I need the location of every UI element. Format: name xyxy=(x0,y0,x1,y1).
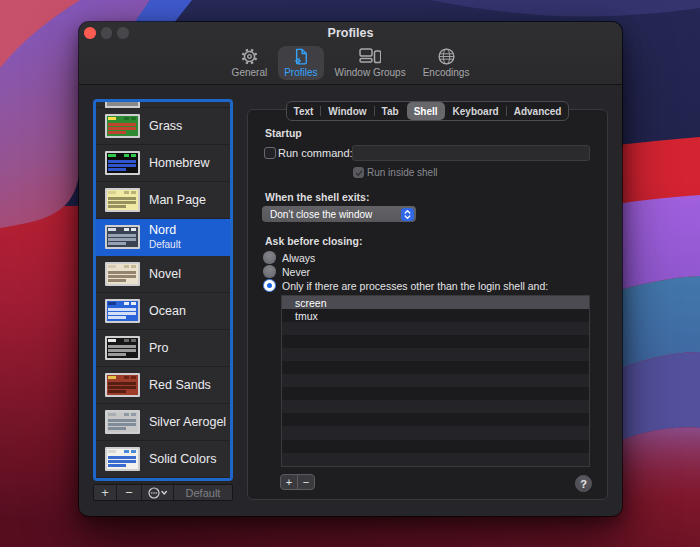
process-row-empty[interactable] xyxy=(282,335,589,348)
process-row-empty[interactable] xyxy=(282,413,589,426)
profile-row-red-sands[interactable]: Red Sands xyxy=(96,367,230,404)
process-row-empty[interactable] xyxy=(282,453,589,466)
run-command-checkbox[interactable] xyxy=(264,147,276,159)
toolbar-item-label: Window Groups xyxy=(335,67,406,78)
window-content: Grass Homebrew Man Page Nord Default Nove… xyxy=(79,86,622,516)
toolbar-item-window-groups[interactable]: Window Groups xyxy=(329,46,412,80)
profile-row-ocean[interactable]: Ocean xyxy=(96,293,230,330)
profile-action-menu-button[interactable] xyxy=(142,485,174,500)
toolbar: General Profiles Window Groups Encodings xyxy=(79,46,622,80)
startup-heading: Startup xyxy=(265,127,302,139)
toolbar-item-profiles[interactable]: Profiles xyxy=(278,46,323,80)
profile-thumbnail xyxy=(105,373,140,397)
toolbar-item-encodings[interactable]: Encodings xyxy=(417,46,476,80)
run-inside-shell-checkbox[interactable] xyxy=(353,167,364,178)
profile-thumbnail xyxy=(105,262,140,286)
profile-list: Grass Homebrew Man Page Nord Default Nove… xyxy=(93,99,233,481)
profile-name: Nord xyxy=(149,224,181,237)
profile-row-man-page[interactable]: Man Page xyxy=(96,182,230,219)
shell-exits-popup[interactable]: Don’t close the window xyxy=(262,206,416,222)
popup-chevrons-icon xyxy=(401,208,414,221)
profile-name: Red Sands xyxy=(149,379,211,392)
preferences-window: Profiles General Profiles Window Groups Enc… xyxy=(79,22,622,516)
profile-row-homebrew[interactable]: Homebrew xyxy=(96,145,230,182)
add-process-button[interactable]: + xyxy=(281,475,298,489)
process-list-buttons: + − xyxy=(280,474,315,490)
profile-name: Homebrew xyxy=(149,157,209,170)
toolbar-item-general[interactable]: General xyxy=(226,46,274,80)
profile-thumbnail xyxy=(105,99,140,108)
profile-thumbnail xyxy=(105,299,140,323)
window-groups-icon xyxy=(359,47,381,66)
tab-bar: TextWindowTabShellKeyboardAdvanced xyxy=(247,101,608,121)
toolbar-item-label: General xyxy=(232,67,268,78)
globe-icon xyxy=(437,47,456,66)
gear-icon xyxy=(240,47,259,66)
help-button[interactable]: ? xyxy=(575,475,592,492)
process-row-empty[interactable] xyxy=(282,387,589,400)
profile-thumbnail xyxy=(105,225,140,249)
tab-text[interactable]: Text xyxy=(287,102,321,120)
process-row[interactable]: tmux xyxy=(282,309,589,322)
ask-before-closing-heading: Ask before closing: xyxy=(265,235,362,247)
toolbar-item-label: Profiles xyxy=(284,67,317,78)
process-list[interactable]: screentmux xyxy=(281,295,590,467)
profile-row-silver-aerogel[interactable]: Silver Aerogel xyxy=(96,404,230,441)
process-row[interactable]: screen xyxy=(282,296,589,309)
profile-row-nord[interactable]: Nord Default xyxy=(96,219,230,256)
profile-thumbnail xyxy=(105,151,140,175)
radio-label: Never xyxy=(282,266,310,278)
profile-name: Solid Colors xyxy=(149,453,216,466)
window-header: Profiles General Profiles Window Groups Enc… xyxy=(79,22,622,85)
profile-name: Man Page xyxy=(149,194,206,207)
profile-name: Ocean xyxy=(149,305,186,318)
toolbar-item-label: Encodings xyxy=(423,67,470,78)
process-row-empty[interactable] xyxy=(282,361,589,374)
radio-never[interactable] xyxy=(263,265,276,278)
process-row-empty[interactable] xyxy=(282,348,589,361)
profile-row-novel[interactable]: Novel xyxy=(96,256,230,293)
profile-default-badge: Default xyxy=(149,239,181,250)
profile-name: Grass xyxy=(149,120,182,133)
process-row-empty[interactable] xyxy=(282,426,589,439)
profile-row-pro[interactable]: Pro xyxy=(96,330,230,367)
tab-tab[interactable]: Tab xyxy=(375,102,406,120)
remove-process-button[interactable]: − xyxy=(298,475,314,489)
profile-list-toolbar: + − Default xyxy=(93,484,233,501)
run-inside-shell-label: Run inside shell xyxy=(367,167,438,178)
add-profile-button[interactable]: + xyxy=(94,485,117,500)
set-default-button[interactable]: Default xyxy=(174,485,232,500)
profile-thumbnail xyxy=(105,188,140,212)
tab-keyboard[interactable]: Keyboard xyxy=(446,102,506,120)
process-row-empty[interactable] xyxy=(282,374,589,387)
check-icon xyxy=(354,168,364,178)
window-title: Profiles xyxy=(79,26,622,40)
radio-label: Only if there are processes other than t… xyxy=(282,280,548,292)
radio-always[interactable] xyxy=(263,251,276,264)
process-row-empty[interactable] xyxy=(282,400,589,413)
tab-window[interactable]: Window xyxy=(321,102,373,120)
profile-row-solid-colors[interactable]: Solid Colors xyxy=(96,441,230,478)
tab-shell[interactable]: Shell xyxy=(407,102,445,120)
run-command-field[interactable] xyxy=(352,145,590,161)
profiles-doc-icon xyxy=(291,47,311,66)
remove-profile-button[interactable]: − xyxy=(117,485,142,500)
profile-thumbnail xyxy=(105,410,140,434)
profile-thumbnail xyxy=(105,447,140,471)
run-command-label: Run command: xyxy=(278,147,353,159)
radio-label: Always xyxy=(282,252,315,264)
shell-exits-heading: When the shell exits: xyxy=(265,191,369,203)
profile-thumbnail xyxy=(105,114,140,138)
profile-thumbnail xyxy=(105,336,140,360)
radio-only-if-processes[interactable] xyxy=(263,279,276,292)
profile-name: Novel xyxy=(149,268,181,281)
profile-name: Pro xyxy=(149,342,168,355)
process-row-empty[interactable] xyxy=(282,440,589,453)
tab-advanced[interactable]: Advanced xyxy=(507,102,569,120)
process-row-empty[interactable] xyxy=(282,322,589,335)
profile-name: Silver Aerogel xyxy=(149,416,226,429)
popup-value: Don’t close the window xyxy=(262,209,401,220)
profile-row-grass[interactable]: Grass xyxy=(96,108,230,145)
